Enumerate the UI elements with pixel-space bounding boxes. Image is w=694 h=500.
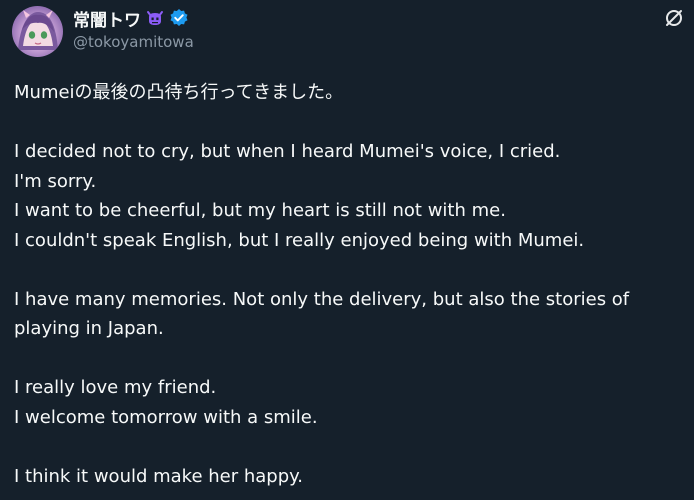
display-name[interactable]: 常闇トワ [73, 6, 141, 31]
tweet-line: I couldn't speak English, but I really e… [14, 229, 585, 251]
tweet-line: I really love my friend. [14, 377, 217, 398]
tweet-line: I'm sorry. [14, 170, 97, 192]
tweet-line: I have many memories. Not only the deliv… [14, 288, 630, 340]
tweet-line: I welcome tomorrow with a smile. [14, 406, 318, 428]
verified-badge-icon [169, 8, 189, 28]
name-row: 常闇トワ [73, 6, 189, 31]
tweet-line: I decided not to cry, but when I heard M… [14, 141, 561, 162]
tweet-text: Mumeiの最後の凸待ち行ってきました。 I decided not to cr… [14, 78, 684, 491]
grok-slash-circle-icon[interactable] [663, 7, 685, 29]
purple-devil-icon [145, 8, 165, 28]
tweet-header: 常闇トワ @tokoyamitowa [0, 0, 694, 70]
tweet-line: I want to be cheerful, but my heart is s… [14, 200, 506, 221]
tweet-line: I think it would make her happy. [14, 465, 303, 487]
avatar[interactable] [12, 6, 63, 57]
tweet-line-jp: Mumeiの最後の凸待ち行ってきました。 [14, 82, 344, 103]
user-handle[interactable]: @tokoyamitowa [73, 33, 194, 51]
